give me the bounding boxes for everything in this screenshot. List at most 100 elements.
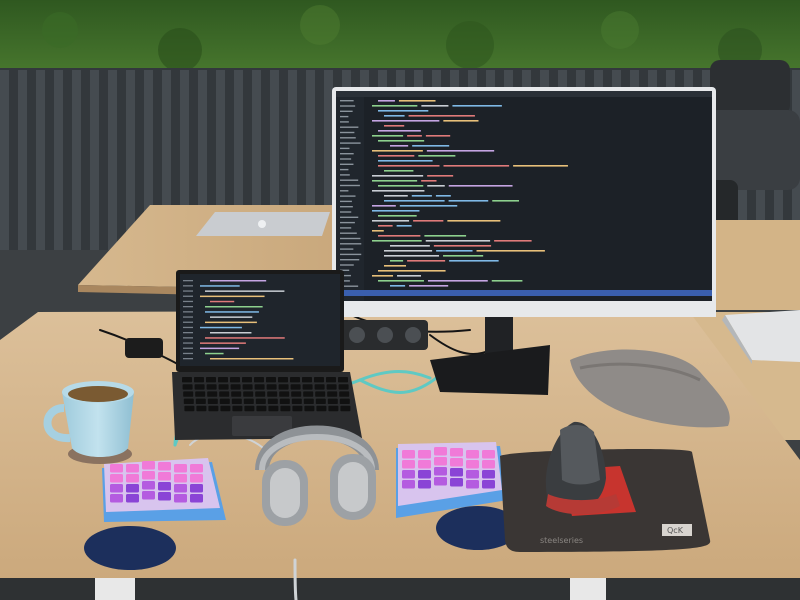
keycap (126, 464, 139, 473)
laptop-key (230, 377, 240, 383)
code-line (378, 280, 424, 282)
laptop-key (206, 384, 217, 390)
code-line (426, 150, 495, 152)
laptop-key (230, 384, 241, 390)
laptop-key (255, 391, 266, 397)
code-line (412, 145, 450, 147)
keycap (466, 460, 479, 469)
code-line (435, 195, 451, 197)
laptop-key (207, 391, 218, 397)
code-line (494, 240, 532, 242)
code-line (384, 125, 405, 127)
code-line (436, 250, 473, 252)
keycap (110, 484, 123, 493)
code-line (378, 160, 433, 162)
code-line (384, 265, 407, 267)
code-line (200, 326, 242, 329)
code-line (372, 240, 422, 242)
code-line (372, 230, 384, 232)
code-line (378, 225, 393, 227)
fence-slat (72, 70, 81, 258)
code-line (378, 110, 429, 112)
code-line (398, 100, 436, 102)
laptop-key (303, 391, 314, 397)
code-line (378, 130, 421, 132)
keycap (482, 450, 495, 459)
laptop-key (183, 391, 194, 397)
file-tree-line (183, 285, 193, 287)
keycap (158, 462, 171, 471)
code-line (449, 260, 499, 262)
file-tree-line (183, 332, 193, 334)
laptop-key (314, 377, 324, 383)
code-line (427, 280, 488, 282)
code-line (205, 290, 285, 292)
laptop-key (195, 398, 206, 404)
file-tree-line (340, 221, 355, 224)
code-line (372, 190, 425, 192)
keycap (126, 484, 139, 493)
code-line (372, 220, 410, 222)
code-line (513, 165, 568, 167)
code-line (210, 280, 267, 282)
file-tree-line (340, 253, 362, 256)
laptop-key (291, 391, 302, 397)
code-line (390, 260, 404, 262)
keycap (190, 464, 203, 473)
keycap (402, 460, 415, 469)
laptop-key (243, 398, 254, 404)
wrist-rest (84, 526, 176, 570)
code-line (425, 135, 451, 137)
code-line (492, 200, 520, 202)
code-line (372, 135, 404, 137)
file-tree-line (340, 206, 353, 208)
code-line (427, 175, 454, 177)
keycap (402, 470, 415, 479)
laptop-key (326, 377, 336, 383)
code-line (372, 275, 394, 277)
file-tree-line (183, 358, 193, 360)
code-line (205, 337, 285, 339)
code-line (372, 205, 396, 207)
code-line (408, 115, 475, 117)
keycap (158, 482, 171, 491)
laptop-key (242, 384, 253, 390)
keycap (434, 457, 447, 466)
file-tree-line (340, 115, 349, 118)
file-tree-line (183, 280, 193, 282)
keycap (434, 477, 447, 486)
file-tree-line (340, 248, 354, 250)
code-line (384, 170, 414, 172)
laptop-key (279, 398, 290, 404)
code-line (372, 105, 418, 107)
keycap (190, 484, 203, 493)
code-line (399, 205, 458, 207)
laptop-key (327, 391, 338, 397)
code-line (413, 220, 444, 222)
file-tree-line (340, 237, 361, 240)
keycap (482, 460, 495, 469)
power-strip (340, 320, 428, 350)
file-tree-line (340, 232, 357, 234)
code-line (205, 321, 257, 324)
laptop-key (315, 391, 326, 397)
keycap (450, 458, 463, 467)
laptop-key (256, 405, 267, 412)
open-laptop (172, 270, 362, 440)
code-line (424, 235, 467, 237)
code-line (210, 332, 252, 334)
file-tree-line (183, 321, 193, 323)
laptop-key (303, 398, 314, 404)
code-line (396, 225, 412, 227)
file-tree-line (340, 195, 356, 197)
code-line (427, 185, 445, 187)
laptop-key (232, 405, 243, 412)
file-tree-line (183, 352, 193, 355)
keycap (174, 484, 187, 493)
power-adapter (125, 338, 163, 358)
code-line (491, 280, 523, 282)
keycap (110, 474, 123, 483)
file-tree-line (340, 200, 352, 203)
keycap (450, 478, 463, 487)
code-line (433, 245, 492, 247)
